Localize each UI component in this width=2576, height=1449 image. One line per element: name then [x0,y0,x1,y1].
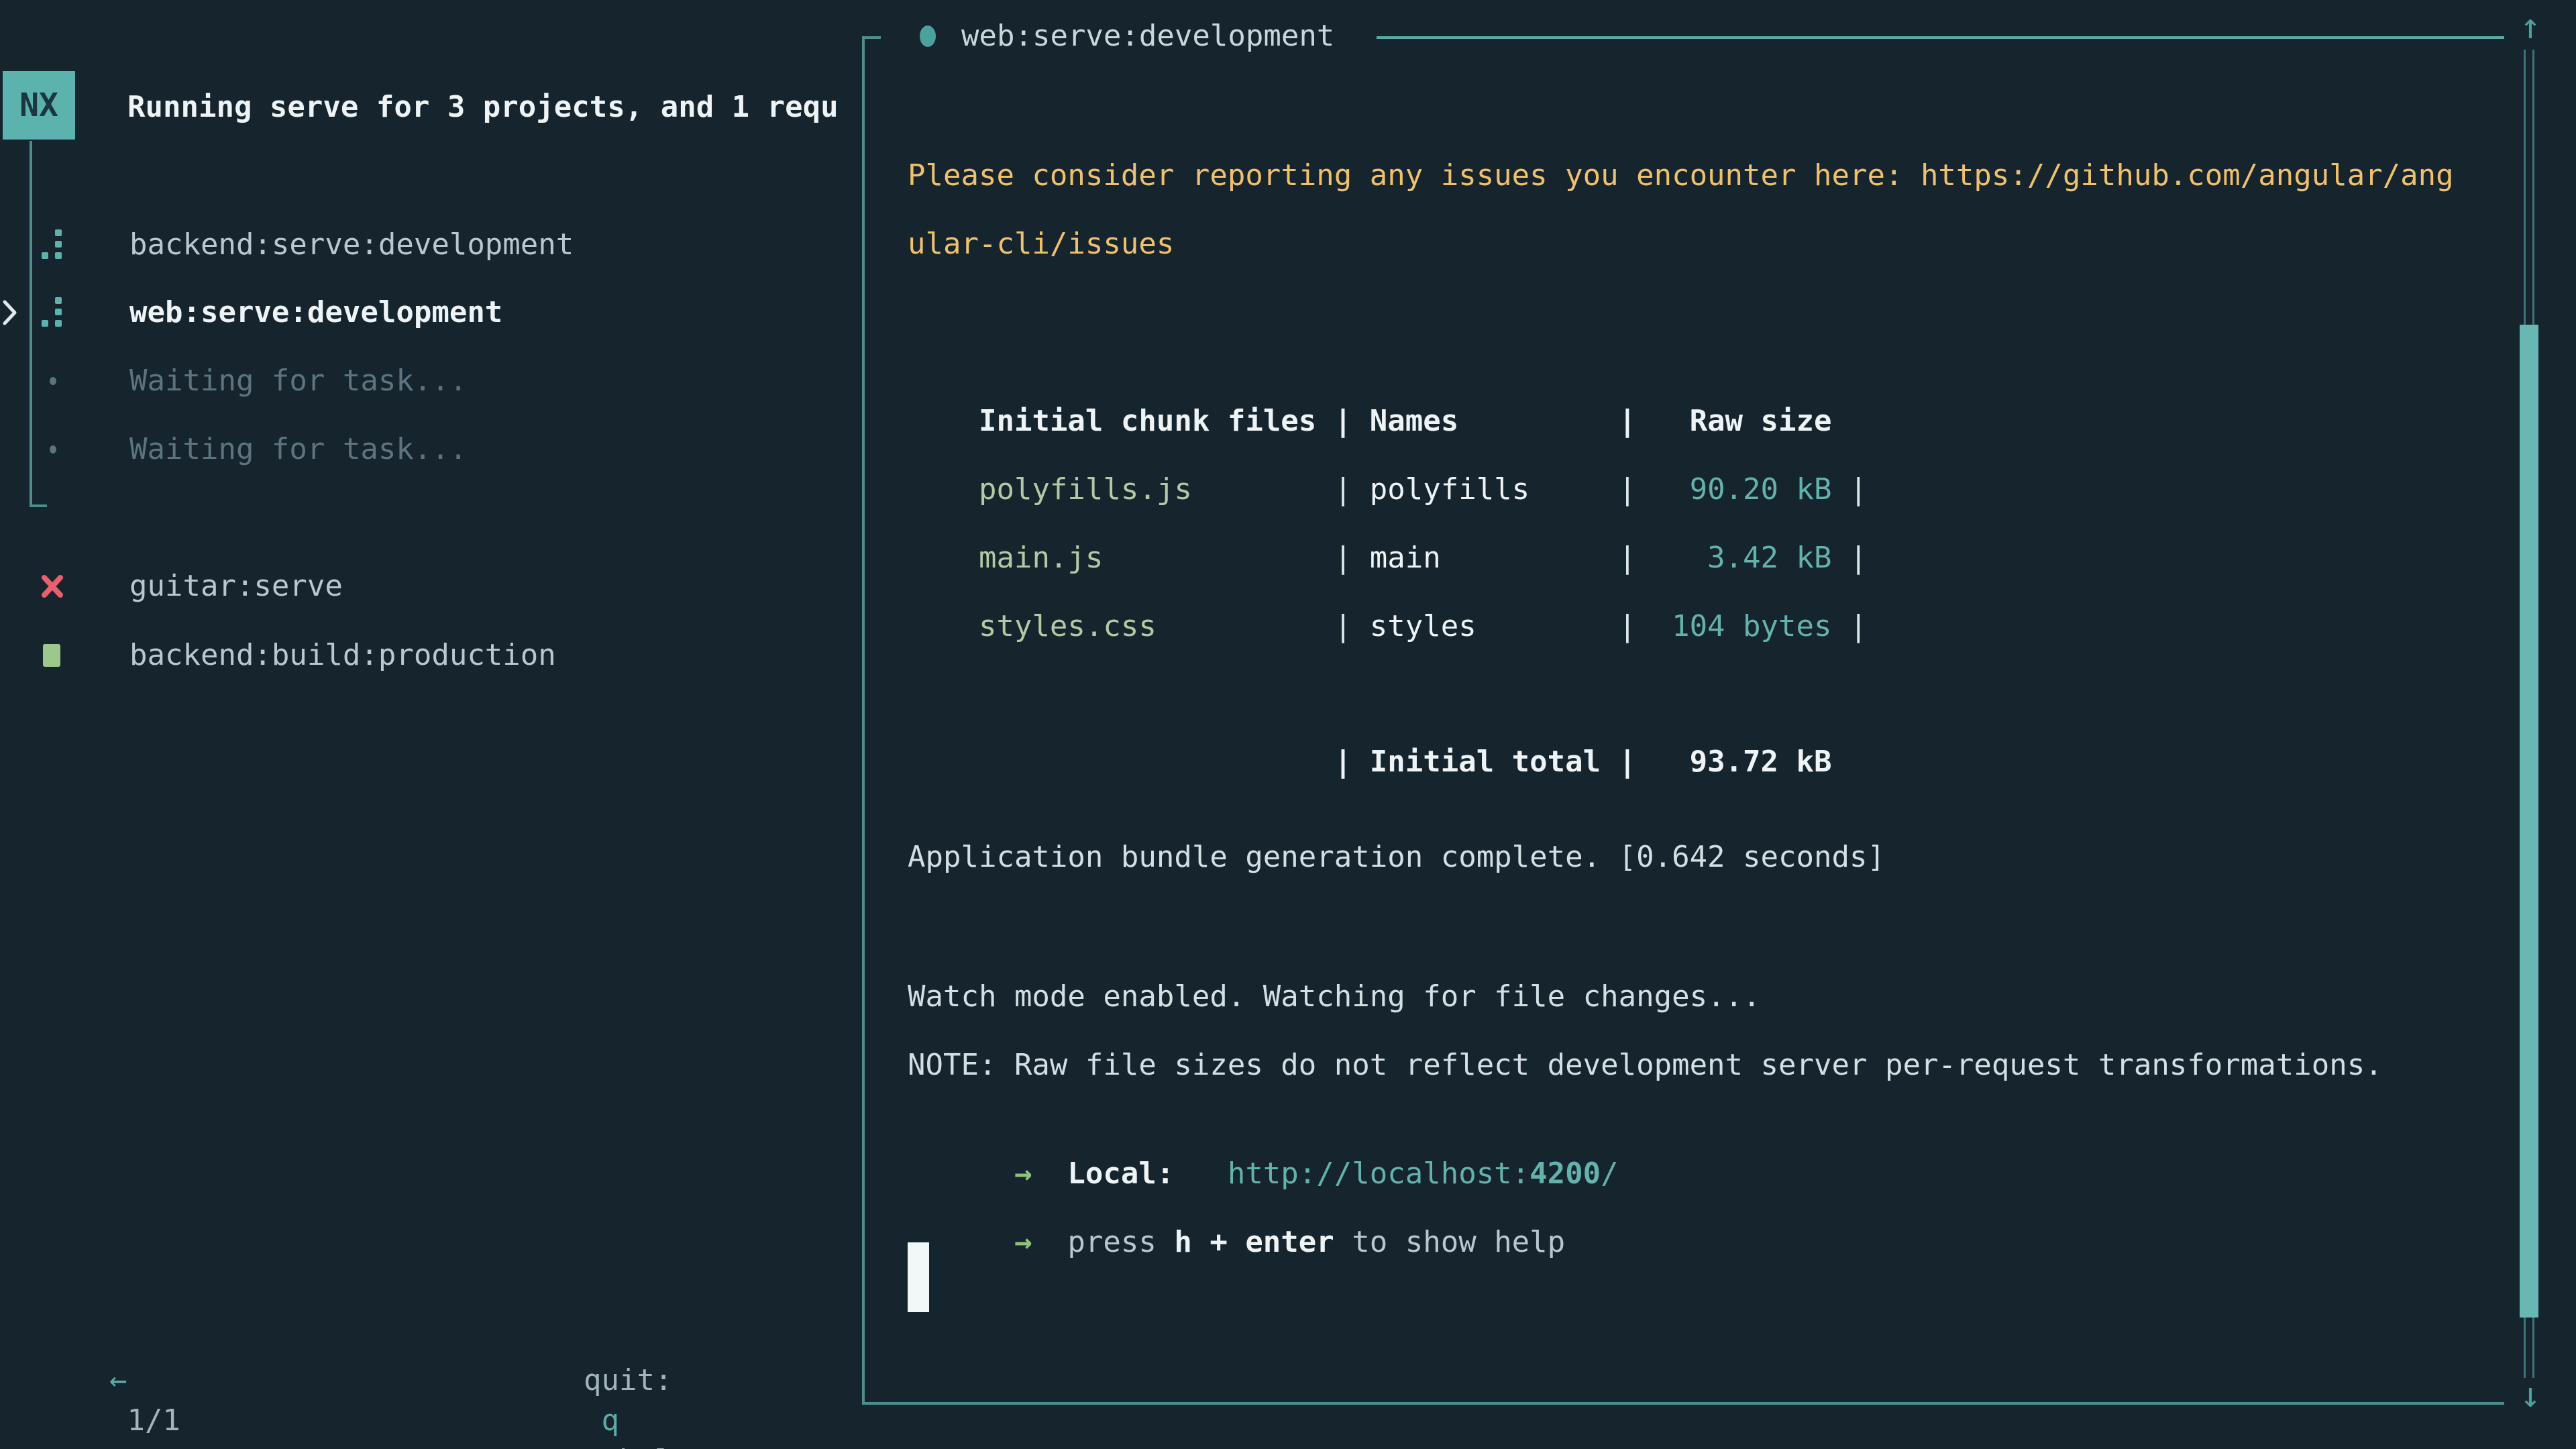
total-label: Initial total [1352,742,1618,782]
nx-logo: NX [3,71,75,140]
arrow-icon: → [1014,1225,1032,1259]
help-hint-keys: h + enter [1174,1225,1334,1259]
local-url-line: →Local:http://localhost:4200/ [908,1114,1619,1154]
pipe: | [1619,745,1637,779]
panel-title: web:serve:development [961,16,1334,56]
help-hint-prefix: press [1067,1225,1174,1259]
pipe: | [1334,745,1352,779]
chunk-table-total-row: |Initial total|93.72 kB [908,702,1832,742]
pipe: | [1334,609,1352,643]
url-slash: / [1601,1157,1619,1191]
pipe: | [1832,609,1868,643]
panel-border-left [862,36,865,1405]
task-item-guitar-serve[interactable]: guitar:serve [0,552,853,621]
task-label: backend:serve:development [129,211,574,279]
keyboard-shortcuts: quit: q help: ? [513,1320,708,1360]
task-pagination: ← 1/1 → [38,1320,180,1360]
task-label: Waiting for task... [129,347,467,415]
chunk-name: styles [1352,606,1618,647]
spinner-icon [40,229,63,260]
spinner-icon [40,297,63,328]
help-hint-suffix: to show help [1334,1225,1565,1259]
nx-terminal-ui: NX Running serve for 3 projects, and 1 r… [0,0,2576,1449]
scrollbar-thumb[interactable] [2520,325,2538,1318]
chunk-size: 104 bytes [1636,606,1831,647]
page-prev-arrow-icon[interactable]: ← [109,1363,127,1397]
page-next-arrow-icon[interactable]: → [127,1444,145,1449]
selection-chevron-icon [1,299,17,326]
chunk-table-row: polyfills.js|polyfills|90.20 kB| [908,429,1867,470]
help-hint-line: →press h + enter to show help [908,1182,1565,1222]
quit-key: q [601,1403,619,1438]
nx-logo-text: NX [19,87,58,124]
scroll-up-arrow-icon[interactable]: ↑ [2512,7,2549,47]
waiting-dot-icon [50,377,56,385]
issue-notice-line2: ular-cli/issues [908,224,1174,264]
panel-border-top-stub [862,36,881,39]
total-size: 93.72 kB [1636,742,1831,782]
task-group-guide-corner [30,504,47,507]
task-item-waiting-2[interactable]: Waiting for task... [0,415,853,484]
panel-border-top [1377,36,2504,39]
chunk-table-row: styles.css|styles|104 bytes| [908,566,1867,606]
task-item-waiting-1[interactable]: Waiting for task... [0,347,853,415]
task-label: backend:build:production [129,621,556,690]
scroll-down-arrow-icon[interactable]: ↓ [2512,1375,2549,1415]
quit-label: quit: [584,1363,672,1397]
pipe: | [1619,609,1637,643]
task-item-backend-build[interactable]: backend:build:production [0,621,853,690]
failed-cross-icon [40,574,64,599]
chunk-file: styles.css [979,606,1334,647]
note-message: NOTE: Raw file sizes do not reflect deve… [908,1045,2383,1085]
app-title: Running serve for 3 projects, and 1 requ [127,87,855,127]
bundle-complete-message: Application bundle generation complete. … [908,837,1885,877]
panel-border-bottom [862,1402,2504,1405]
terminal-cursor [908,1242,929,1312]
task-item-backend-serve[interactable]: backend:serve:development [0,211,853,279]
task-label: web:serve:development [129,278,502,347]
chunk-table-header: Initial chunk files|Names|Raw size [908,361,1832,401]
watch-mode-message: Watch mode enabled. Watching for file ch… [908,977,1761,1017]
running-status-dot-icon [920,25,936,47]
success-square-icon [43,644,60,667]
page-indicator: 1/1 [127,1403,180,1438]
issue-notice-line1: Please consider reporting any issues you… [908,156,2454,196]
task-label: Waiting for task... [129,415,467,484]
task-label: guitar:serve [129,552,343,621]
help-label: help: [619,1444,708,1449]
task-item-web-serve[interactable]: web:serve:development [0,278,853,347]
waiting-dot-icon [50,445,56,453]
chunk-table-row: main.js|main|3.42 kB| [908,498,1867,538]
